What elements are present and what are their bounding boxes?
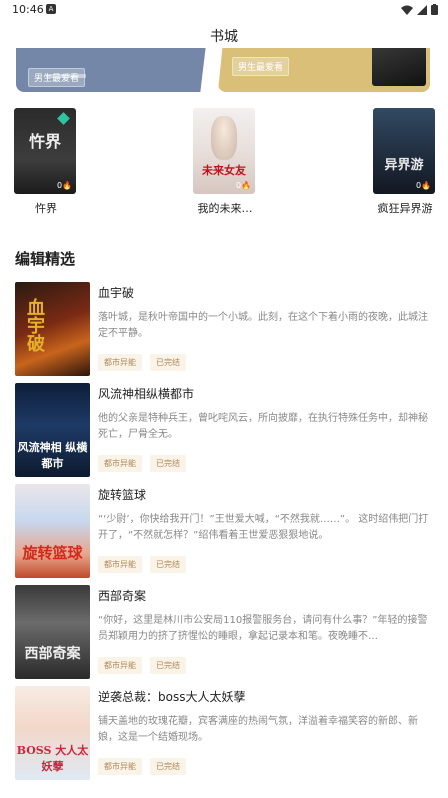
book-cover: 异界游 0🔥 bbox=[373, 108, 435, 194]
status-tag: 已完结 bbox=[150, 354, 186, 371]
status-tag: 已完结 bbox=[150, 556, 186, 573]
banner-carousel[interactable]: 男生最爱看 男生最爱看 bbox=[0, 48, 448, 94]
rank-item[interactable]: 忤界 0🔥 忤界 bbox=[14, 108, 78, 216]
top-bar: 书城 bbox=[0, 20, 448, 48]
section-title: 编辑精选 bbox=[15, 250, 76, 268]
battery-icon bbox=[431, 4, 438, 15]
book-description: 他的父亲是特种兵王，曾叱咤风云，所向披靡，在执行特殊任务中，却神秘死亡，尸骨全无… bbox=[98, 413, 428, 440]
book-tags: 都市异能 已完结 bbox=[98, 455, 186, 472]
ranking-row: 忤界 0🔥 忤界 未来女友 0🔥 我的未来… 异界游 0🔥 疯狂异界游 bbox=[0, 108, 448, 218]
list-item[interactable]: BOSS 大人太妖孽 逆袭总裁：boss大人太妖孽 铺天盖地的玫瑰花瓣，宾客满座… bbox=[0, 684, 448, 780]
heat-icon: 0🔥 bbox=[56, 181, 72, 190]
rank-item[interactable]: 未来女友 0🔥 我的未来… bbox=[193, 108, 257, 216]
rank-item[interactable]: 异界游 0🔥 疯狂异界游 bbox=[373, 108, 437, 216]
banner-tag: 男生最爱看 bbox=[28, 68, 86, 87]
book-cover: 旋转篮球 bbox=[15, 484, 90, 578]
status-icons bbox=[401, 4, 438, 15]
book-title: 血宇破 bbox=[98, 286, 135, 300]
book-description: “你好，这里是林川市公安局110报警服务台，请问有什么事？”年轻的接警员郑颖用力… bbox=[98, 615, 428, 642]
status-time: 10:46 bbox=[12, 3, 44, 16]
book-title: 风流神相纵横都市 bbox=[98, 387, 195, 401]
book-cover: 风流神相 纵横都市 bbox=[15, 383, 90, 477]
category-tag: 都市异能 bbox=[98, 758, 142, 775]
status-tag: 已完结 bbox=[150, 455, 186, 472]
status-tag: 已完结 bbox=[150, 657, 186, 674]
list-item[interactable]: 血宇破 血宇破 落叶城，是秋叶帝国中的一个小城。此刻，在这个下着小雨的夜晚，此城… bbox=[0, 280, 448, 376]
book-cover: 忤界 0🔥 bbox=[14, 108, 76, 194]
signal-icon bbox=[417, 4, 427, 15]
book-tags: 都市异能 已完结 bbox=[98, 758, 186, 775]
book-cover: 西部奇案 bbox=[15, 585, 90, 679]
category-tag: 都市异能 bbox=[98, 455, 142, 472]
rank-item-name: 忤界 bbox=[35, 202, 57, 215]
book-cover: 未来女友 0🔥 bbox=[193, 108, 255, 194]
status-bar: 10:46 A bbox=[0, 0, 448, 20]
rank-item-name: 疯狂异界游 bbox=[377, 202, 433, 215]
book-description: 铺天盖地的玫瑰花瓣，宾客满座的热闹气氛，洋溢着幸福笑容的新郎、新娘，这是一个结婚… bbox=[98, 716, 418, 743]
heat-icon: 0🔥 bbox=[415, 181, 431, 190]
book-tags: 都市异能 已完结 bbox=[98, 657, 186, 674]
category-tag: 都市异能 bbox=[98, 657, 142, 674]
status-tag: 已完结 bbox=[150, 758, 186, 775]
list-item[interactable]: 旋转篮球 旋转篮球 “‘少尉’，你快给我开门！”王世爱大喊，“不然我就……”。 … bbox=[0, 482, 448, 578]
category-tag: 都市异能 bbox=[98, 556, 142, 573]
banner-book-cover bbox=[372, 48, 426, 86]
book-cover: BOSS 大人太妖孽 bbox=[15, 686, 90, 780]
heat-icon: 0🔥 bbox=[235, 181, 251, 190]
category-tag: 都市异能 bbox=[98, 354, 142, 371]
book-title: 西部奇案 bbox=[98, 589, 147, 603]
banner-tag: 男生最爱看 bbox=[232, 57, 290, 76]
book-title: 逆袭总裁：boss大人太妖孽 bbox=[98, 690, 246, 704]
notification-a-icon: A bbox=[46, 4, 56, 14]
book-tags: 都市异能 已完结 bbox=[98, 556, 186, 573]
wifi-icon bbox=[401, 5, 413, 15]
rank-item-name: 我的未来… bbox=[197, 202, 253, 215]
book-description: “‘少尉’，你快给我开门！”王世爱大喊，“不然我就……”。 这时绍伟把门打开了，… bbox=[98, 514, 429, 541]
book-tags: 都市异能 已完结 bbox=[98, 354, 186, 371]
book-description: 落叶城，是秋叶帝国中的一个小城。此刻，在这个下着小雨的夜晚，此城注定不平静。 bbox=[98, 312, 428, 339]
list-item[interactable]: 风流神相 纵横都市 风流神相纵横都市 他的父亲是特种兵王，曾叱咤风云，所向披靡，… bbox=[0, 381, 448, 477]
page-title: 书城 bbox=[210, 29, 238, 45]
book-cover: 血宇破 bbox=[15, 282, 90, 376]
book-title: 旋转篮球 bbox=[98, 488, 147, 502]
list-item[interactable]: 西部奇案 西部奇案 “你好，这里是林川市公安局110报警服务台，请问有什么事？”… bbox=[0, 583, 448, 679]
